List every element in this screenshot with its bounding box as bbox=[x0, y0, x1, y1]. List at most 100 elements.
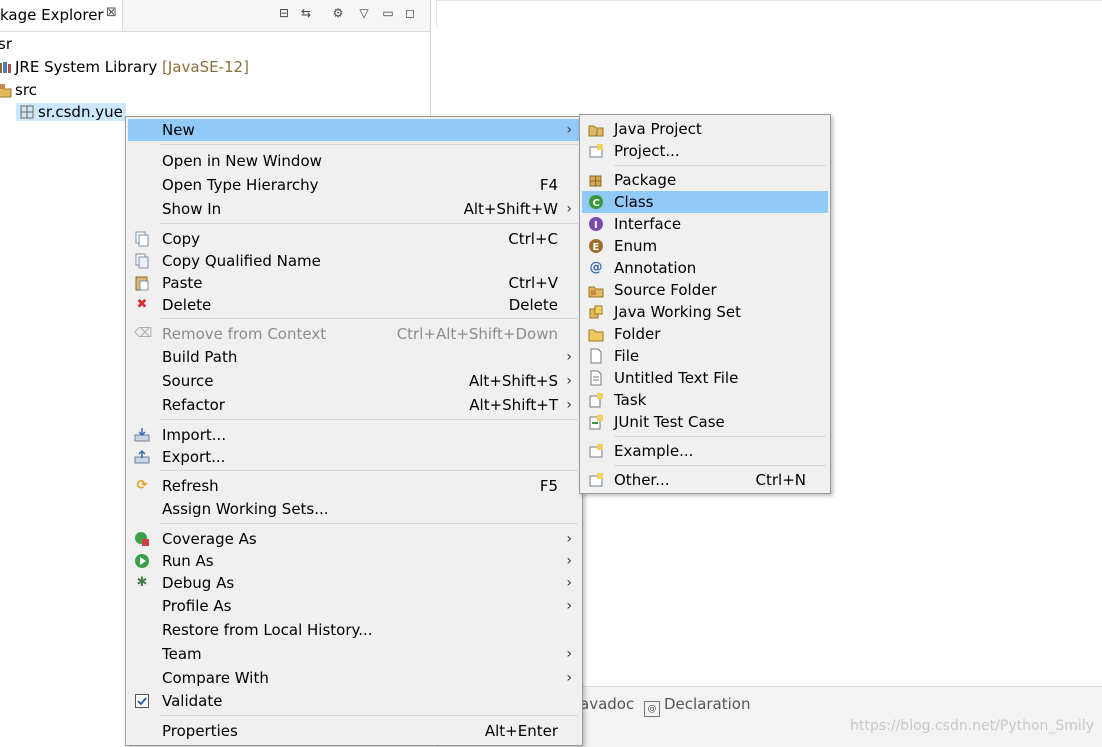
menu-item-open-type-hierarchy[interactable]: Open Type Hierarchy F4 bbox=[128, 174, 580, 196]
import-icon bbox=[134, 427, 150, 443]
submenu-item-class[interactable]: C Class bbox=[582, 191, 828, 213]
delete-icon: ✖ bbox=[136, 297, 148, 312]
menu-item-restore-local-history[interactable]: Restore from Local History... bbox=[128, 619, 580, 641]
enum-icon: E bbox=[588, 238, 604, 254]
chevron-right-icon: › bbox=[566, 531, 572, 547]
export-icon bbox=[134, 449, 150, 465]
library-icon bbox=[0, 59, 12, 75]
collapse-all-icon[interactable]: ⊟ bbox=[276, 5, 292, 21]
menu-item-import[interactable]: Import... bbox=[128, 424, 580, 446]
example-icon bbox=[588, 443, 604, 459]
menu-item-debug-as[interactable]: ✱ Debug As › bbox=[128, 572, 580, 594]
menu-item-export[interactable]: Export... bbox=[128, 446, 580, 468]
menu-item-properties[interactable]: Properties Alt+Enter bbox=[128, 720, 580, 742]
submenu-item-interface[interactable]: I Interface bbox=[582, 213, 828, 235]
submenu-item-java-project[interactable]: J Java Project bbox=[582, 118, 828, 140]
menu-item-remove-from-context[interactable]: ⌫ Remove from Context Ctrl+Alt+Shift+Dow… bbox=[128, 323, 580, 345]
menu-separator bbox=[160, 715, 578, 716]
tree-package[interactable]: sr.csdn.yue bbox=[16, 101, 126, 123]
menu-item-team[interactable]: Team › bbox=[128, 643, 580, 665]
link-with-editor-icon[interactable]: ⇆ bbox=[298, 5, 314, 21]
submenu-item-untitled-text-file[interactable]: Untitled Text File bbox=[582, 367, 828, 389]
submenu-item-example[interactable]: Example... bbox=[582, 440, 828, 462]
submenu-item-java-working-set[interactable]: Java Working Set bbox=[582, 301, 828, 323]
menu-item-validate[interactable]: Validate bbox=[128, 690, 580, 712]
menu-separator bbox=[160, 523, 578, 524]
menu-item-compare-with[interactable]: Compare With › bbox=[128, 667, 580, 689]
menu-item-delete[interactable]: ✖ Delete Delete bbox=[128, 294, 580, 316]
menu-item-new[interactable]: New › bbox=[128, 119, 580, 141]
submenu-item-other[interactable]: Other... Ctrl+N bbox=[582, 469, 828, 491]
svg-text:J: J bbox=[595, 128, 598, 136]
menu-item-assign-working-sets[interactable]: Assign Working Sets... bbox=[128, 498, 580, 520]
text-file-icon bbox=[588, 370, 604, 386]
menu-separator bbox=[160, 318, 578, 319]
menu-item-copy[interactable]: Copy Ctrl+C bbox=[128, 228, 580, 250]
tab-declaration[interactable]: @ Declaration bbox=[644, 695, 750, 717]
menu-item-run-as[interactable]: Run As › bbox=[128, 550, 580, 572]
new-submenu: J Java Project Project... Package C Clas… bbox=[579, 114, 831, 494]
menu-item-show-in[interactable]: Show In Alt+Shift+W › bbox=[128, 198, 580, 220]
file-icon bbox=[588, 348, 604, 364]
close-icon[interactable]: ⊠ bbox=[106, 5, 117, 20]
coverage-icon bbox=[134, 531, 150, 547]
menu-separator bbox=[160, 144, 578, 145]
menu-item-copy-qualified-name[interactable]: Copy Qualified Name bbox=[128, 250, 580, 272]
menu-item-source[interactable]: Source Alt+Shift+S › bbox=[128, 370, 580, 392]
copy-qualified-icon bbox=[134, 253, 150, 269]
maximize-icon[interactable]: ◻ bbox=[402, 5, 418, 21]
menu-item-refresh[interactable]: ⟳ Refresh F5 bbox=[128, 475, 580, 497]
submenu-item-task[interactable]: Task bbox=[582, 389, 828, 411]
chevron-right-icon: › bbox=[566, 646, 572, 662]
interface-icon: I bbox=[588, 216, 604, 232]
menu-item-refactor[interactable]: Refactor Alt+Shift+T › bbox=[128, 394, 580, 416]
tree-jre-library[interactable]: JRE System Library [JavaSE-12] bbox=[0, 56, 249, 78]
menu-item-coverage-as[interactable]: Coverage As › bbox=[128, 528, 580, 550]
view-tab-bar: kage Explorer ⊠ ⊟ ⇆ ⚙ ▽ ▭ ◻ bbox=[0, 0, 430, 32]
copy-icon bbox=[134, 231, 150, 247]
src-label: src bbox=[15, 81, 37, 99]
tree-label: sr bbox=[0, 35, 12, 53]
focus-task-icon[interactable]: ⚙ bbox=[330, 5, 346, 21]
chevron-right-icon: › bbox=[566, 349, 572, 365]
java-project-icon: J bbox=[588, 121, 604, 137]
submenu-item-project[interactable]: Project... bbox=[582, 140, 828, 162]
view-menu-icon[interactable]: ▽ bbox=[356, 5, 372, 21]
menu-item-profile-as[interactable]: Profile As › bbox=[128, 595, 580, 617]
other-icon bbox=[588, 472, 604, 488]
submenu-item-annotation[interactable]: @ Annotation bbox=[582, 257, 828, 279]
submenu-item-folder[interactable]: Folder bbox=[582, 323, 828, 345]
submenu-item-enum[interactable]: E Enum bbox=[582, 235, 828, 257]
tree-src-folder[interactable]: src bbox=[0, 79, 37, 101]
junit-icon bbox=[588, 414, 604, 430]
tab-label: kage Explorer bbox=[0, 6, 104, 24]
package-explorer-tab[interactable]: kage Explorer ⊠ bbox=[0, 0, 123, 31]
jre-label: JRE System Library bbox=[15, 58, 158, 76]
submenu-item-package[interactable]: Package bbox=[582, 169, 828, 191]
chevron-right-icon: › bbox=[566, 201, 572, 217]
tree-project[interactable]: sr bbox=[0, 33, 12, 55]
minimize-icon[interactable]: ▭ bbox=[380, 5, 396, 21]
declaration-label: Declaration bbox=[664, 695, 751, 713]
context-menu: New › Open in New Window Open Type Hiera… bbox=[125, 116, 583, 746]
refresh-icon: ⟳ bbox=[136, 478, 148, 493]
svg-text:E: E bbox=[593, 242, 600, 253]
tab-javadoc[interactable]: avadoc bbox=[580, 695, 634, 713]
validate-check-icon bbox=[134, 693, 150, 709]
menu-item-paste[interactable]: Paste Ctrl+V bbox=[128, 272, 580, 294]
menu-separator bbox=[160, 419, 578, 420]
submenu-item-file[interactable]: File bbox=[582, 345, 828, 367]
submenu-item-source-folder[interactable]: Source Folder bbox=[582, 279, 828, 301]
menu-item-open-in-new-window[interactable]: Open in New Window bbox=[128, 150, 580, 172]
menu-separator bbox=[160, 223, 578, 224]
chevron-right-icon: › bbox=[566, 122, 572, 138]
editor-area bbox=[436, 0, 1102, 27]
source-folder-icon bbox=[0, 82, 12, 98]
debug-icon: ✱ bbox=[136, 575, 148, 590]
chevron-right-icon: › bbox=[566, 670, 572, 686]
submenu-item-junit-test-case[interactable]: JUnit Test Case bbox=[582, 411, 828, 433]
svg-text:I: I bbox=[594, 220, 598, 231]
jre-version: [JavaSE-12] bbox=[162, 58, 249, 76]
menu-item-build-path[interactable]: Build Path › bbox=[128, 346, 580, 368]
chevron-right-icon: › bbox=[566, 553, 572, 569]
